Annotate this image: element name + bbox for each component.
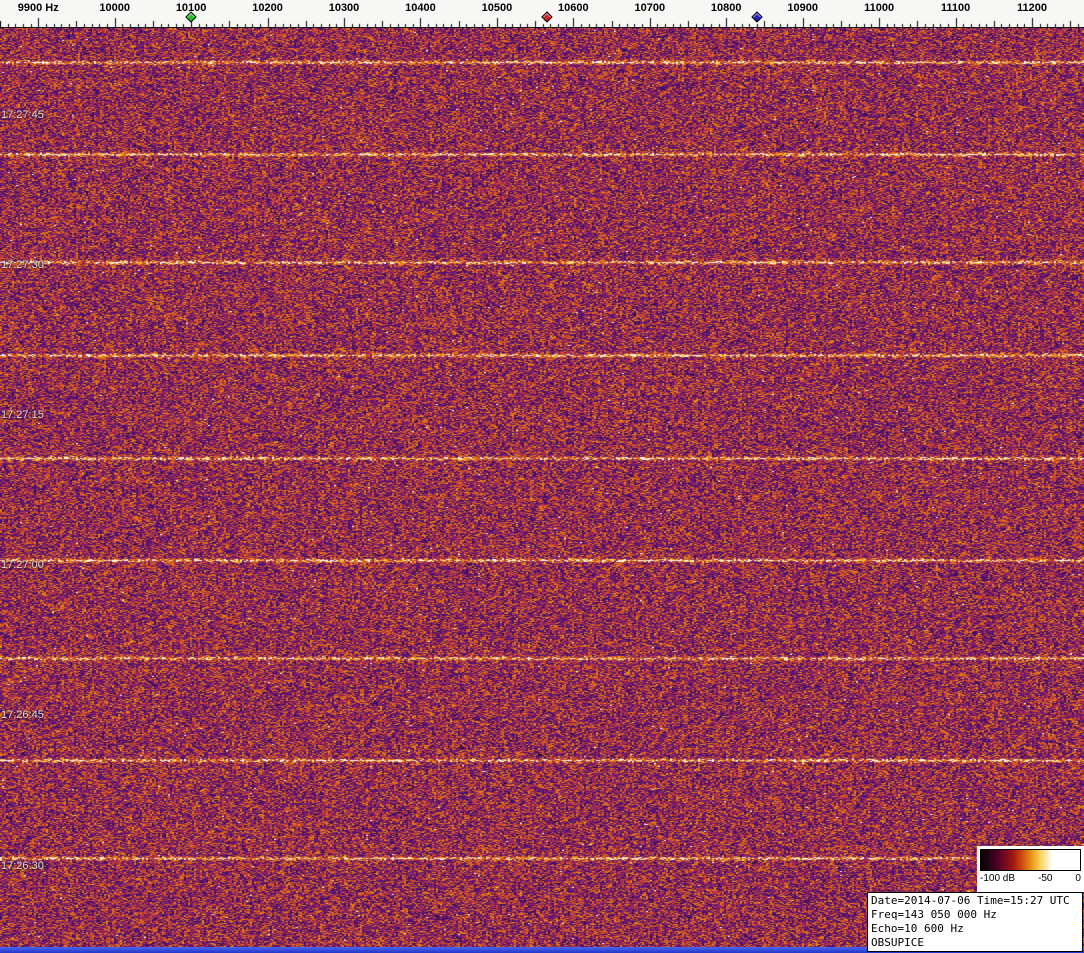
info-frequency: Freq=143 050 000 Hz — [871, 908, 997, 921]
time-tick-label: 17:27:15 — [1, 409, 44, 421]
color-scale-legend: -100 dB -50 0 — [977, 846, 1084, 892]
frequency-tick-label: 10700 — [634, 2, 666, 14]
info-date-time: Date=2014-07-06 Time=15:27 UTC — [871, 894, 1070, 907]
frequency-tick-label: 10900 — [787, 2, 818, 14]
frequency-tick-label: 11200 — [1017, 2, 1048, 14]
frequency-ruler-ticks-canvas — [0, 0, 1084, 28]
time-tick-label: 17:27:45 — [1, 109, 44, 121]
info-station: OBSUPICE — [871, 936, 924, 949]
waterfall-display[interactable]: 17:27:45 17:27:30 17:27:15 17:27:00 17:26:45… — [0, 28, 1084, 953]
frequency-tick-label: 10400 — [405, 2, 436, 14]
frequency-tick-label: 10800 — [710, 2, 742, 14]
frequency-ruler[interactable]: 9900 Hz 10000 10100 10200 10300 10400 10500 106… — [0, 0, 1084, 28]
color-scale-gradient — [980, 849, 1081, 871]
info-box: Date=2014-07-06 Time=15:27 UTC Freq=143 … — [867, 892, 1083, 952]
legend-label-min: -100 dB — [980, 873, 1016, 884]
frequency-tick-label: 10600 — [558, 2, 589, 14]
time-tick-label: 17:27:00 — [1, 559, 44, 571]
time-tick-label: 17:27:30 — [1, 259, 44, 271]
frequency-tick-label: 11000 — [864, 2, 895, 14]
legend-label-max: 0 — [1075, 873, 1081, 884]
color-scale-labels: -100 dB -50 0 — [980, 873, 1081, 884]
spectrum-waterfall-window: 9900 Hz 10000 10100 10200 10300 10400 10500 106… — [0, 0, 1084, 953]
frequency-tick-label: 9900 Hz — [17, 2, 59, 14]
time-tick-label: 17:26:45 — [1, 709, 44, 721]
spectrogram-canvas[interactable] — [0, 28, 1084, 953]
frequency-tick-label: 10200 — [252, 2, 283, 14]
legend-label-mid: -50 — [1038, 873, 1053, 884]
time-tick-label: 17:26:30 — [1, 860, 44, 872]
frequency-tick-label: 10300 — [328, 2, 360, 14]
frequency-tick-label: 11100 — [940, 2, 971, 14]
info-echo: Echo=10 600 Hz — [871, 922, 964, 935]
frequency-tick-label: 10500 — [481, 2, 513, 14]
frequency-tick-label: 10000 — [99, 2, 130, 14]
